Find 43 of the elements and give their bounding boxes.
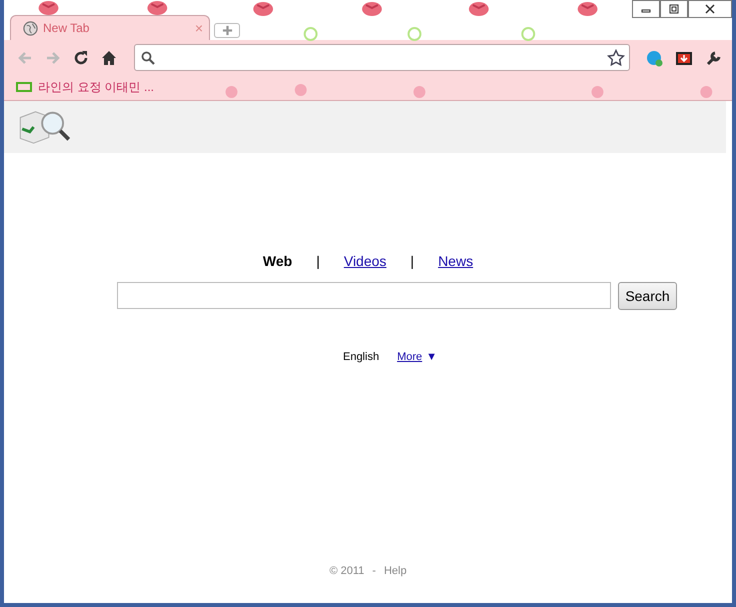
maximize-button[interactable] — [660, 0, 688, 18]
language-label: English — [342, 351, 380, 363]
help-link[interactable]: Help — [384, 565, 407, 577]
separator: | — [410, 253, 414, 269]
strawberry-icon — [147, 1, 168, 15]
caret-icon[interactable]: ▼ — [426, 351, 438, 363]
strawberry-icon — [362, 2, 382, 16]
clover-icon — [521, 27, 536, 41]
close-button[interactable] — [688, 0, 732, 18]
reload-icon — [73, 50, 89, 66]
minimize-button[interactable] — [632, 0, 660, 18]
clover-icon — [304, 27, 318, 41]
separator: - — [372, 565, 376, 577]
back-arrow-icon — [17, 50, 33, 66]
polka-dot — [414, 86, 426, 98]
strawberry-icon — [253, 2, 274, 16]
globe-icon — [23, 20, 38, 36]
bookmark[interactable]: 라인의 요정 이태민 ... — [16, 78, 154, 96]
search-tab[interactable]: Web — [262, 253, 292, 269]
search-field[interactable] — [117, 282, 612, 309]
separator: | — [316, 253, 320, 269]
polka-dot — [226, 86, 238, 98]
home-icon — [101, 50, 117, 66]
strawberry-icon — [38, 1, 58, 15]
close-icon — [705, 4, 715, 14]
search-tab[interactable]: Videos — [344, 253, 386, 269]
tab-title: New Tab — [43, 21, 90, 35]
polka-dot — [294, 84, 307, 96]
copyright-text: © 2011 — [329, 565, 364, 577]
polka-dot — [592, 86, 604, 98]
search-icon — [141, 50, 155, 64]
star-icon[interactable] — [607, 48, 625, 66]
maximize-icon — [669, 4, 679, 14]
polka-dot — [700, 86, 712, 98]
plus-icon — [222, 25, 232, 36]
forward-arrow-icon — [45, 50, 61, 66]
strawberry-icon — [578, 2, 598, 16]
new-tab-button[interactable] — [214, 23, 240, 38]
more-link[interactable]: More — [397, 351, 422, 363]
strawberry-icon — [468, 2, 489, 16]
search-button[interactable]: Search — [618, 282, 677, 310]
search-tab[interactable]: News — [438, 253, 474, 269]
clover-icon — [408, 27, 422, 41]
